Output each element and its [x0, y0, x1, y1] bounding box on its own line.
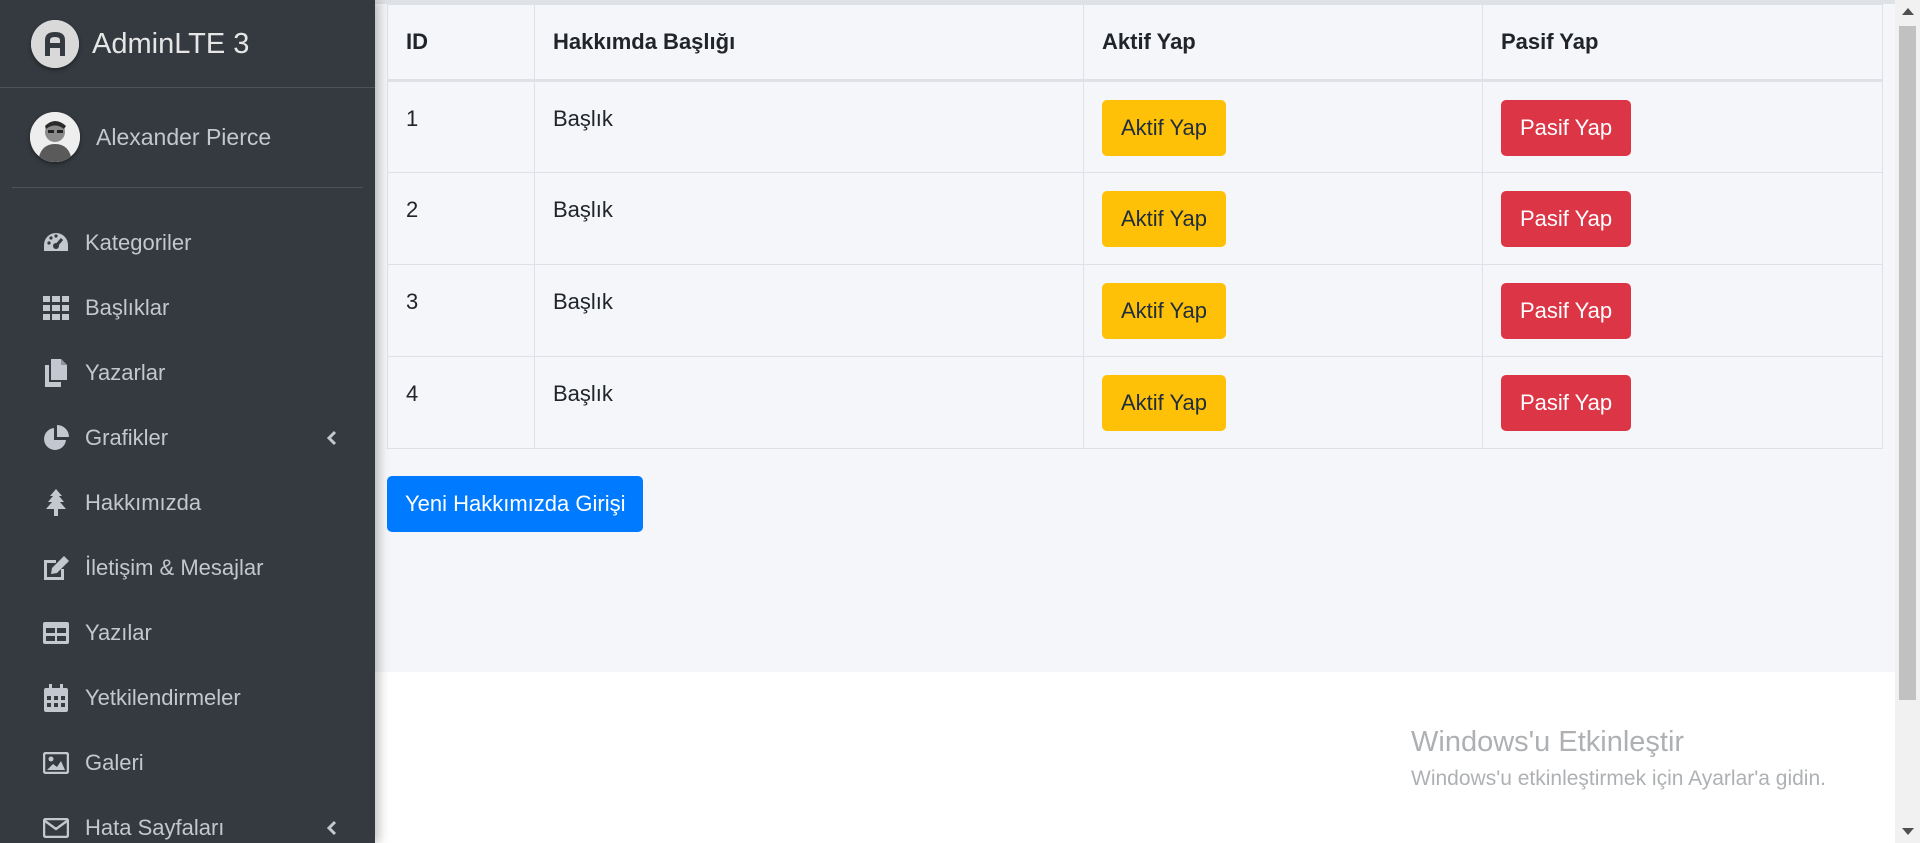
- column-header-title: Hakkımda Başlığı: [534, 4, 1084, 82]
- sidebar-item-label: Yazarlar: [85, 359, 166, 385]
- cell-title: Başlık: [534, 264, 1084, 357]
- sidebar-item-yetkilendirmeler[interactable]: Yetkilendirmeler: [0, 665, 375, 730]
- cell-deactivate: Pasif Yap: [1482, 172, 1883, 265]
- table-row: 1 Başlık Aktif Yap Pasif Yap: [387, 80, 1883, 173]
- content-area: ID Hakkımda Başlığı Aktif Yap Pasif Yap …: [375, 0, 1895, 672]
- sidebar-item-label: Yetkilendirmeler: [85, 684, 241, 710]
- sidebar-item-label: Hata Sayfaları: [85, 814, 225, 840]
- activate-button[interactable]: Aktif Yap: [1102, 375, 1227, 431]
- table-row: 3 Başlık Aktif Yap Pasif Yap: [387, 264, 1883, 357]
- deactivate-button[interactable]: Pasif Yap: [1501, 191, 1632, 247]
- cell-title: Başlık: [534, 172, 1084, 265]
- user-panel[interactable]: Alexander Pierce: [12, 88, 363, 188]
- scroll-thumb[interactable]: [1899, 26, 1916, 700]
- brand-text: AdminLTE 3: [92, 28, 250, 60]
- cell-activate: Aktif Yap: [1083, 172, 1483, 265]
- tree-icon: [42, 488, 70, 517]
- edit-icon: [42, 554, 70, 582]
- user-name: Alexander Pierce: [96, 124, 272, 150]
- envelope-icon: [42, 814, 70, 842]
- vertical-scrollbar[interactable]: [1895, 0, 1920, 843]
- activate-button[interactable]: Aktif Yap: [1102, 283, 1227, 339]
- sidebar-item-iletisim[interactable]: İletişim & Mesajlar: [0, 535, 375, 600]
- calendar-icon: [42, 683, 70, 712]
- column-header-activate: Aktif Yap: [1083, 4, 1483, 82]
- sidebar-item-basliklar[interactable]: Başlıklar: [0, 275, 375, 340]
- cell-activate: Aktif Yap: [1083, 80, 1483, 173]
- sidebar-item-label: Yazılar: [85, 619, 152, 645]
- cell-deactivate: Pasif Yap: [1482, 264, 1883, 357]
- activate-button[interactable]: Aktif Yap: [1102, 100, 1227, 156]
- tachometer-icon: [42, 229, 70, 257]
- chart-pie-icon: [42, 424, 70, 452]
- sidebar-item-grafikler[interactable]: Grafikler: [0, 405, 375, 470]
- brand-link[interactable]: AdminLTE 3: [0, 0, 375, 88]
- sidebar-item-label: Galeri: [85, 749, 144, 775]
- table-icon: [42, 619, 70, 647]
- cell-activate: Aktif Yap: [1083, 356, 1483, 449]
- windows-activation-title: Windows'u Etkinleştir: [1411, 726, 1685, 758]
- main-sidebar: AdminLTE 3 Alexander Pierce Kategoriler: [0, 0, 375, 843]
- deactivate-button[interactable]: Pasif Yap: [1501, 375, 1632, 431]
- column-header-id: ID: [387, 4, 535, 82]
- sidebar-item-galeri[interactable]: Galeri: [0, 730, 375, 795]
- activate-button[interactable]: Aktif Yap: [1102, 191, 1227, 247]
- cell-id: 4: [387, 356, 535, 449]
- sidebar-item-hakkimizda[interactable]: Hakkımızda: [0, 470, 375, 535]
- windows-activation-subtitle: Windows'u etkinleştirmek için Ayarlar'a …: [1411, 767, 1826, 790]
- cell-title: Başlık: [534, 80, 1084, 173]
- sidebar-nav: Kategoriler Başlıklar Yazarlar Grafikler: [0, 210, 375, 843]
- cell-title: Başlık: [534, 356, 1084, 449]
- scroll-down-icon[interactable]: [1902, 828, 1914, 835]
- sidebar-item-label: Kategoriler: [85, 229, 192, 255]
- deactivate-button[interactable]: Pasif Yap: [1501, 100, 1632, 156]
- sidebar-item-hata-sayfalari[interactable]: Hata Sayfaları: [0, 795, 375, 843]
- cell-id: 1: [387, 80, 535, 173]
- scroll-up-icon[interactable]: [1902, 8, 1914, 15]
- cell-activate: Aktif Yap: [1083, 264, 1483, 357]
- chevron-left-icon[interactable]: [324, 820, 340, 836]
- cell-deactivate: Pasif Yap: [1482, 80, 1883, 173]
- sidebar-item-label: Hakkımızda: [85, 489, 202, 515]
- adminlte-logo-icon: [31, 20, 79, 68]
- column-header-deactivate: Pasif Yap: [1482, 4, 1883, 82]
- table-header-row: ID Hakkımda Başlığı Aktif Yap Pasif Yap: [387, 4, 1883, 82]
- sidebar-item-label: Başlıklar: [85, 294, 170, 320]
- new-about-entry-button[interactable]: Yeni Hakkımızda Girişi: [387, 476, 644, 532]
- copy-icon: [42, 358, 70, 387]
- sidebar-item-label: İletişim & Mesajlar: [85, 554, 264, 580]
- content-wrapper: ID Hakkımda Başlığı Aktif Yap Pasif Yap …: [375, 0, 1895, 843]
- cell-id: 2: [387, 172, 535, 265]
- grid-icon: [42, 294, 70, 322]
- sidebar-item-yazilar[interactable]: Yazılar: [0, 600, 375, 665]
- cell-deactivate: Pasif Yap: [1482, 356, 1883, 449]
- table-row: 2 Başlık Aktif Yap Pasif Yap: [387, 172, 1883, 265]
- cell-id: 3: [387, 264, 535, 357]
- about-table: ID Hakkımda Başlığı Aktif Yap Pasif Yap …: [387, 4, 1883, 449]
- chevron-left-icon[interactable]: [324, 430, 340, 446]
- avatar: [30, 112, 80, 162]
- deactivate-button[interactable]: Pasif Yap: [1501, 283, 1632, 339]
- sidebar-item-label: Grafikler: [85, 424, 169, 450]
- table-row: 4 Başlık Aktif Yap Pasif Yap: [387, 356, 1883, 449]
- sidebar-item-yazarlar[interactable]: Yazarlar: [0, 340, 375, 405]
- image-icon: [42, 749, 70, 777]
- sidebar-item-kategoriler[interactable]: Kategoriler: [0, 210, 375, 275]
